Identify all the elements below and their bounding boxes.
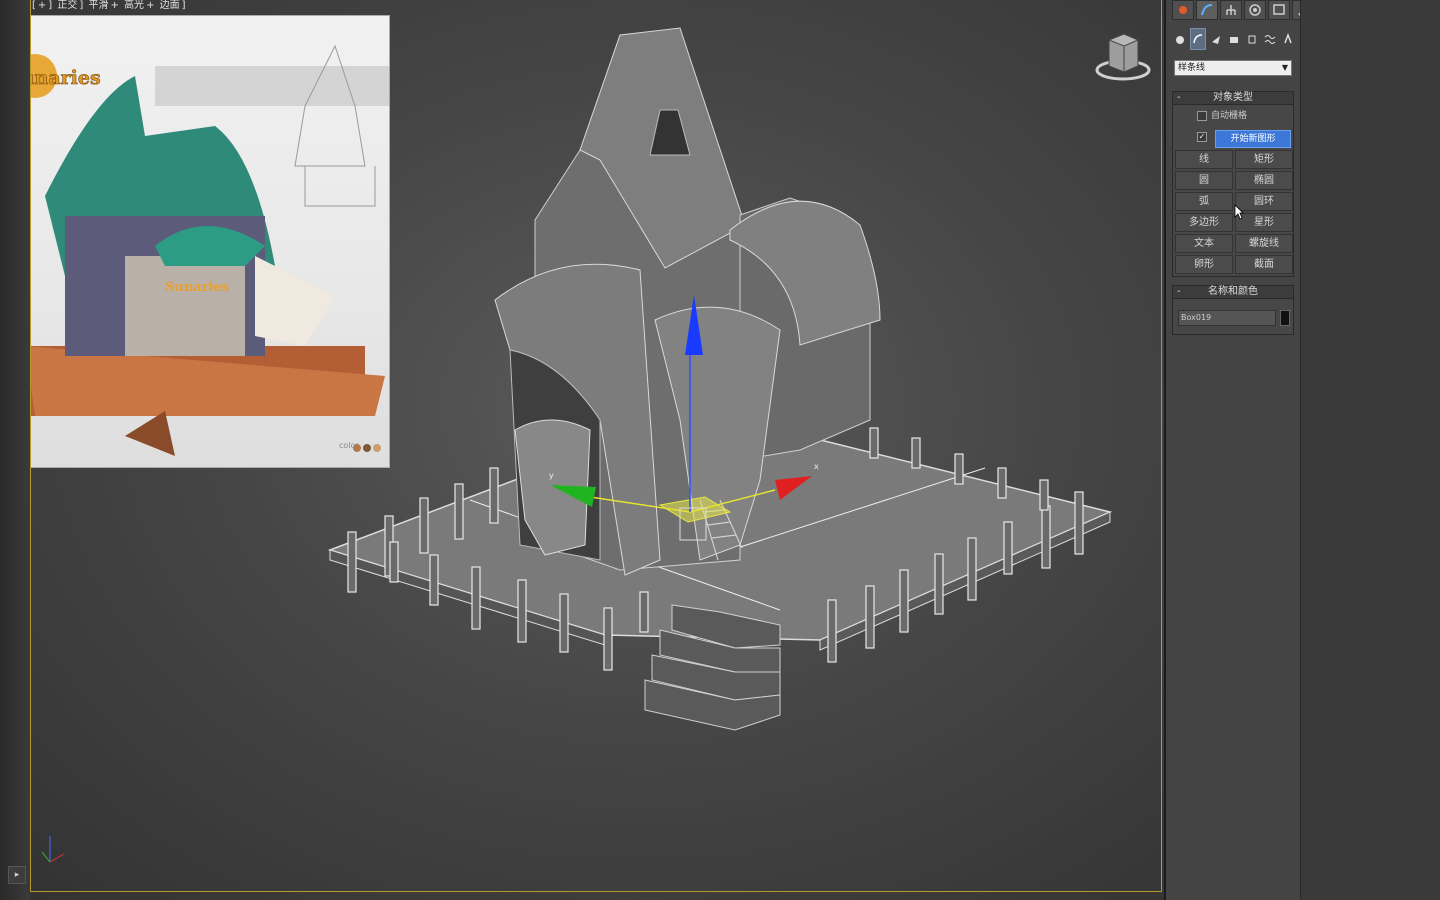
viewport-label-highlight[interactable]: 高光 — [124, 0, 144, 11]
helpers-icon[interactable] — [1244, 28, 1260, 50]
viewport-label[interactable]: [+] 正交] 平滑 + 高光 + 边面] — [32, 0, 188, 12]
ngon-button[interactable]: 多边形 — [1175, 213, 1233, 232]
egg-button[interactable]: 卵形 — [1175, 255, 1233, 274]
create-tab-icon[interactable] — [1172, 0, 1194, 20]
name-and-color-title: 名称和颜色 — [1208, 286, 1258, 297]
object-color-swatch[interactable] — [1280, 310, 1290, 326]
start-new-shape-checkbox[interactable]: ✓ — [1197, 131, 1207, 142]
hierarchy-tab-icon[interactable] — [1220, 0, 1242, 20]
auto-grid-label: 自动栅格 — [1211, 111, 1248, 121]
auto-grid-checkbox[interactable] — [1197, 110, 1207, 121]
display-tab-icon[interactable] — [1268, 0, 1290, 20]
object-name-input[interactable]: Box019 — [1178, 310, 1276, 326]
motion-tab-icon[interactable] — [1244, 0, 1266, 20]
axis-tripod — [36, 830, 76, 874]
gizmo-y-label: y — [549, 471, 554, 480]
start-new-shape-row[interactable]: ✓ — [1197, 130, 1211, 144]
circle-button[interactable]: 圆 — [1175, 171, 1233, 190]
text-button[interactable]: 文本 — [1175, 234, 1233, 253]
viewport-label-bracket: ] — [48, 0, 53, 11]
viewcube[interactable] — [1094, 30, 1154, 89]
lights-icon[interactable] — [1208, 28, 1224, 50]
viewport-label-sep3: + — [146, 0, 155, 11]
space-warps-icon[interactable] — [1262, 28, 1278, 50]
viewport-left-edge — [0, 0, 30, 900]
line-button[interactable]: 线 — [1175, 150, 1233, 169]
command-panel-empty-area — [1300, 0, 1440, 900]
viewport-label-plus[interactable]: + — [38, 0, 46, 11]
mouse-cursor-icon — [1234, 204, 1244, 224]
object-type-rollout: 自动栅格 ✓ 开始新图形 线 矩形 圆 椭圆 弧 圆环 多边形 星形 文本 螺旋… — [1172, 105, 1294, 277]
object-type-rollout-header[interactable]: - 对象类型 — [1172, 91, 1294, 105]
gizmo-x-label: x — [814, 462, 819, 471]
cameras-icon[interactable] — [1226, 28, 1242, 50]
rectangle-button[interactable]: 矩形 — [1235, 150, 1293, 169]
helix-button[interactable]: 螺旋线 — [1235, 234, 1293, 253]
ref-sign-text: Sunaries — [165, 280, 229, 295]
auto-grid-row[interactable]: 自动栅格 — [1197, 109, 1247, 123]
object-type-title: 对象类型 — [1213, 92, 1253, 103]
category-dropdown-value: 样条线 — [1178, 63, 1206, 73]
start-new-shape-button[interactable]: 开始新图形 — [1215, 130, 1291, 148]
systems-icon[interactable] — [1280, 28, 1296, 50]
geometry-icon[interactable] — [1172, 28, 1188, 50]
viewport-label-smooth[interactable]: 平滑 — [88, 0, 108, 11]
shapes-icon[interactable] — [1190, 28, 1206, 50]
viewport-label-sep: ] — [79, 0, 84, 11]
modify-tab-icon[interactable] — [1196, 0, 1218, 20]
viewport-label-bracket-open: [ — [32, 0, 36, 11]
create-category-icons — [1172, 28, 1296, 50]
reference-image: Sunaries Sunaries color — [4, 15, 390, 468]
collapse-icon: - — [1177, 92, 1181, 103]
viewport-label-sep2: + — [110, 0, 119, 11]
expand-trackbar-button[interactable]: ▸ — [8, 866, 26, 884]
chevron-down-icon: ▼ — [1281, 63, 1288, 72]
ellipse-button[interactable]: 椭圆 — [1235, 171, 1293, 190]
arc-button[interactable]: 弧 — [1175, 192, 1233, 211]
command-panel-tabs — [1172, 0, 1314, 20]
category-dropdown[interactable]: 样条线 ▼ — [1174, 60, 1292, 76]
perspective-viewport[interactable]: x y Sunaries Sunaries color ▸ [+] 正交]… — [0, 0, 1164, 900]
viewport-label-bracket-close: ] — [181, 0, 186, 11]
viewport-label-view[interactable]: 正交 — [57, 0, 77, 11]
collapse-icon: - — [1177, 286, 1181, 297]
name-and-color-rollout-header[interactable]: - 名称和颜色 — [1172, 285, 1294, 299]
viewport-label-edged-faces[interactable]: 边面 — [160, 0, 180, 11]
section-button[interactable]: 截面 — [1235, 255, 1293, 274]
